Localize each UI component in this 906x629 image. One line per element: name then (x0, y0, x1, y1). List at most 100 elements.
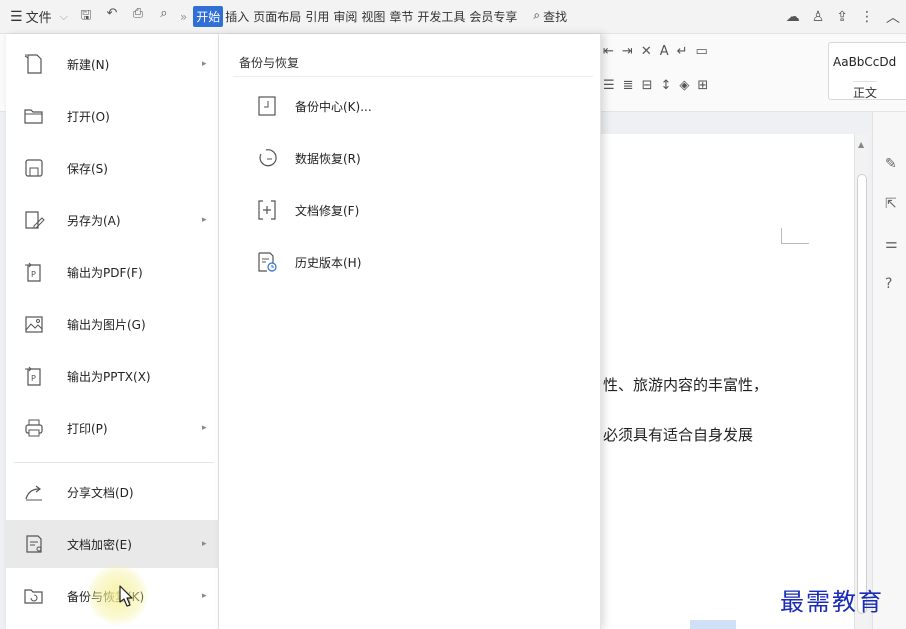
page-margin-corner (781, 228, 809, 244)
ribbon-tabs: 开始 插入 页面布局 引用 审阅 视图 章节 开发工具 会员专享 (193, 6, 519, 27)
shading-icon[interactable]: ◈ (679, 78, 689, 93)
search-icon: ⌕ (533, 8, 541, 22)
file-menu-item-share[interactable]: 分享文档(D) (6, 468, 219, 516)
print-icon[interactable]: ⎙ (130, 6, 146, 28)
file-menu-item-open[interactable]: 打开(O) (6, 92, 219, 140)
table-icon[interactable]: ▭ (696, 44, 708, 59)
line-break-icon[interactable]: ↵ (677, 44, 688, 59)
decrease-indent-icon[interactable]: ⇤ (603, 44, 614, 59)
print-preview-icon[interactable]: ⌕ (156, 6, 172, 28)
tab-developer[interactable]: 开发工具 (415, 6, 467, 27)
file-menu-item-export-pdf[interactable]: P 输出为PDF(F) (6, 248, 219, 296)
file-menu-label: 文件 (25, 11, 52, 26)
document-text-line: 必须具有适合自身发展 (603, 426, 754, 444)
menu-item-label: 输出为PPTX(X) (67, 369, 151, 384)
tab-section[interactable]: 章节 (387, 6, 415, 27)
data-recovery-icon (259, 149, 277, 167)
search-label: 查找 (543, 10, 568, 24)
status-indicator (690, 620, 736, 629)
menu-item-label: 新建(N) (67, 57, 110, 72)
file-menu-item-export-image[interactable]: 输出为图片(G) (6, 300, 219, 348)
new-file-icon (24, 54, 42, 74)
submenu-item-history-version[interactable]: 历史版本(H) (219, 240, 601, 284)
submenu-arrow-icon: ▸ (202, 591, 207, 601)
style-gallery-normal[interactable]: AaBbCcDd 正文 (828, 42, 906, 100)
submenu-arrow-icon: ▸ (202, 59, 207, 69)
scrollbar-thumb[interactable] (857, 174, 867, 614)
document-page[interactable]: 性、旅游内容的丰富性， 必须具有适合自身发展 (600, 134, 854, 629)
export-pptx-icon: P (25, 366, 41, 386)
file-menu-item-new[interactable]: 新建(N) ▸ (6, 40, 219, 88)
tab-references[interactable]: 引用 (303, 6, 331, 27)
tab-home[interactable]: 开始 (193, 6, 224, 27)
file-menu-item-export-pptx[interactable]: P 输出为PPTX(X) (6, 352, 219, 400)
file-menu-item-print[interactable]: 打印(P) ▸ (6, 404, 219, 452)
scroll-up-icon[interactable]: ▲ (858, 140, 864, 149)
share-icon[interactable]: ⇪ (836, 9, 848, 25)
menu-divider (14, 462, 214, 463)
adjust-icon[interactable]: ⚌ (885, 236, 898, 252)
justify-icon[interactable]: ≣ (623, 78, 634, 93)
file-menu-item-encrypt[interactable]: 文档加密(E) ▸ (6, 520, 219, 568)
tab-page-layout[interactable]: 页面布局 (251, 6, 303, 27)
submenu-arrow-icon: ▸ (202, 215, 207, 225)
style-sample: AaBbCcDd (833, 55, 897, 69)
search-button[interactable]: ⌕ 查找 (533, 8, 567, 25)
line-spacing-icon[interactable]: ↕ (660, 78, 671, 93)
file-menu-button[interactable]: ☰ 文件 (6, 4, 56, 30)
export-pdf-icon: P (25, 262, 41, 282)
menu-item-label: 打印(P) (67, 421, 108, 436)
undo-icon[interactable]: ↶ (104, 6, 120, 28)
show-marks-icon[interactable]: A (660, 44, 669, 59)
folder-open-icon (24, 109, 43, 124)
submenu-item-label: 数据恢复(R) (295, 152, 361, 166)
window-actions: ☁ ♙ ⇪ ⋮ ︿ (786, 0, 900, 34)
submenu-arrow-icon: ▸ (202, 423, 207, 433)
tab-view[interactable]: 视图 (359, 6, 387, 27)
file-menu-item-save-as[interactable]: 另存为(A) ▸ (6, 196, 219, 244)
share-icon (25, 485, 42, 501)
submenu-arrow-icon: ▸ (202, 539, 207, 549)
save-icon[interactable]: 🖫 (78, 6, 94, 28)
file-menu: 新建(N) ▸ 打开(O) 保存(S) 另存为(A) ▸ P 输出为PDF(F)… (6, 34, 219, 629)
more-chevron-icon[interactable]: » (180, 10, 187, 24)
svg-text:P: P (31, 270, 36, 279)
printer-icon (25, 419, 43, 437)
select-icon[interactable]: ⇱ (885, 196, 897, 212)
more-options-icon[interactable]: ⋮ (860, 9, 874, 25)
svg-text:P: P (31, 374, 36, 383)
file-menu-item-save[interactable]: 保存(S) (6, 144, 219, 192)
align-left-icon[interactable]: ☰ (603, 78, 615, 93)
collaborate-icon[interactable]: ♙ (812, 9, 825, 25)
chevron-down-icon[interactable]: ⌵ (60, 10, 68, 24)
document-text-line: 性、旅游内容的丰富性， (603, 376, 769, 394)
tab-insert[interactable]: 插入 (223, 6, 251, 27)
submenu-header: 备份与恢复 (239, 56, 300, 70)
ribbon-row-bottom: ☰ ≣ ⊟ ↕ ◈ ⊞ (603, 78, 708, 93)
menu-item-label: 输出为图片(G) (67, 317, 146, 332)
submenu-item-document-repair[interactable]: 文档修复(F) (219, 188, 601, 232)
watermark: 最需教育 (780, 588, 884, 616)
menu-item-label: 打开(O) (67, 109, 110, 124)
borders-icon[interactable]: ⊞ (697, 78, 708, 93)
hamburger-icon: ☰ (10, 8, 23, 25)
menu-item-label: 分享文档(D) (67, 485, 134, 500)
top-toolbar: ☰ 文件 ⌵ 🖫 ↶ ⎙ ⌕ » 开始 插入 页面布局 引用 审阅 视图 章节 … (0, 0, 906, 34)
distribute-icon[interactable]: ⊟ (642, 78, 653, 93)
tab-member[interactable]: 会员专享 (467, 6, 519, 27)
submenu-item-data-recovery[interactable]: 数据恢复(R) (219, 136, 601, 180)
pen-icon[interactable]: ✎ (885, 156, 897, 172)
increase-indent-icon[interactable]: ⇥ (622, 44, 633, 59)
right-task-pane: ✎ ⇱ ⚌ ? (872, 112, 906, 629)
collapse-ribbon-icon[interactable]: ︿ (886, 7, 900, 27)
menu-item-label: 文档加密(E) (67, 537, 132, 552)
cloud-icon[interactable]: ☁ (786, 9, 800, 25)
submenu-item-backup-center[interactable]: 备份中心(K)... (219, 84, 601, 128)
submenu-item-label: 历史版本(H) (295, 256, 362, 270)
menu-item-label: 输出为PDF(F) (67, 265, 143, 280)
tab-review[interactable]: 审阅 (331, 6, 359, 27)
chinese-layout-icon[interactable]: ✕ (641, 44, 652, 59)
backup-icon (24, 589, 43, 604)
vertical-scrollbar[interactable]: ▲ (854, 134, 868, 629)
help-icon[interactable]: ? (885, 276, 892, 292)
